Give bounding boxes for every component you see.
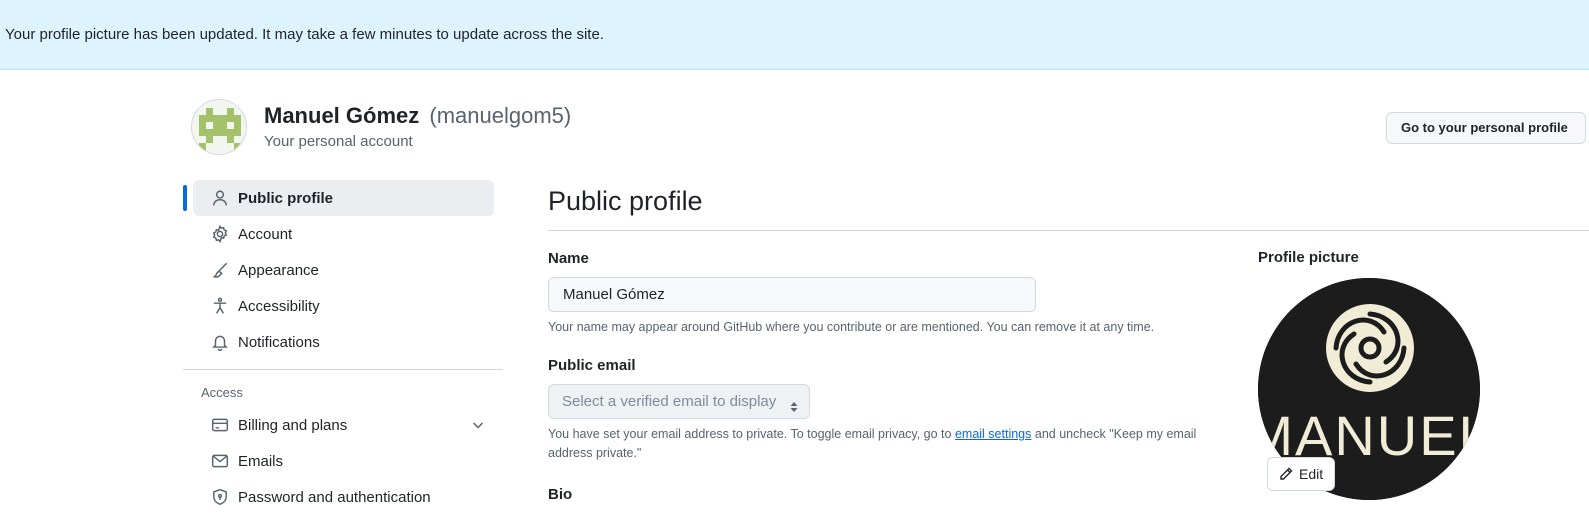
profile-picture-label: Profile picture: [1258, 249, 1359, 266]
header-avatar[interactable]: [191, 99, 247, 155]
sidebar-item-label: Emails: [238, 452, 284, 470]
email-hint: You have set your email address to priva…: [548, 425, 1208, 463]
edit-profile-picture-button[interactable]: Edit: [1267, 457, 1335, 491]
flash-notice: Your profile picture has been updated. I…: [0, 0, 1589, 70]
sidebar-item-accessibility[interactable]: Accessibility: [193, 288, 494, 324]
email-hint-text: You have set your email address to priva…: [548, 427, 955, 441]
sidebar-section-access: Access: [201, 385, 243, 400]
sidebar-divider: [183, 369, 503, 370]
name-input[interactable]: Manuel Gómez: [548, 277, 1036, 312]
bell-icon: [211, 333, 229, 351]
chevron-down-icon[interactable]: [470, 417, 486, 437]
sidebar-item-label: Public profile: [238, 189, 334, 207]
account-name: Manuel Gómez (manuelgom5): [264, 103, 571, 129]
page-title: Public profile: [548, 186, 703, 216]
account-login: (manuelgom5): [429, 103, 572, 128]
gear-icon: [211, 225, 229, 243]
sidebar-item-label: Password and authentication: [238, 488, 431, 506]
select-arrows-icon: [788, 394, 800, 427]
name-label: Name: [548, 250, 589, 267]
go-to-profile-button[interactable]: Go to your personal profile: [1386, 112, 1586, 144]
public-email-select-value: Select a verified email to display: [562, 393, 777, 410]
mail-icon: [211, 452, 229, 470]
sidebar-item-label: Account: [238, 225, 293, 243]
sidebar-item-emails[interactable]: Emails: [193, 443, 494, 479]
sidebar-item-account[interactable]: Account: [193, 216, 494, 252]
settings-sidebar: Public profile Account Appearance Access…: [183, 180, 503, 515]
shield-lock-icon: [211, 488, 229, 506]
sidebar-item-password-auth[interactable]: Password and authentication: [193, 479, 494, 515]
accessibility-icon: [211, 297, 229, 315]
sidebar-item-label: Notifications: [238, 333, 320, 351]
account-subtitle: Your personal account: [264, 133, 413, 150]
identicon-image: [192, 100, 246, 154]
bio-label: Bio: [548, 486, 573, 503]
paintbrush-icon: [211, 261, 229, 279]
email-settings-link[interactable]: email settings: [955, 427, 1031, 441]
sidebar-item-billing[interactable]: Billing and plans: [193, 407, 494, 443]
sidebar-item-label: Billing and plans: [238, 416, 348, 434]
account-display-name: Manuel Gómez: [264, 103, 420, 128]
flash-message: Your profile picture has been updated. I…: [5, 26, 604, 43]
sidebar-item-label: Appearance: [238, 261, 319, 279]
title-divider: [548, 230, 1589, 231]
sidebar-item-public-profile[interactable]: Public profile: [183, 180, 494, 216]
name-hint: Your name may appear around GitHub where…: [548, 320, 1155, 334]
public-email-select[interactable]: Select a verified email to display: [548, 384, 810, 419]
sidebar-item-notifications[interactable]: Notifications: [193, 324, 494, 360]
credit-card-icon: [211, 416, 229, 434]
sidebar-item-label: Accessibility: [238, 297, 320, 315]
sidebar-item-appearance[interactable]: Appearance: [193, 252, 494, 288]
person-icon: [211, 189, 229, 207]
public-email-label: Public email: [548, 357, 636, 374]
edit-button-label: Edit: [1299, 466, 1324, 482]
pencil-icon: [1278, 466, 1294, 482]
